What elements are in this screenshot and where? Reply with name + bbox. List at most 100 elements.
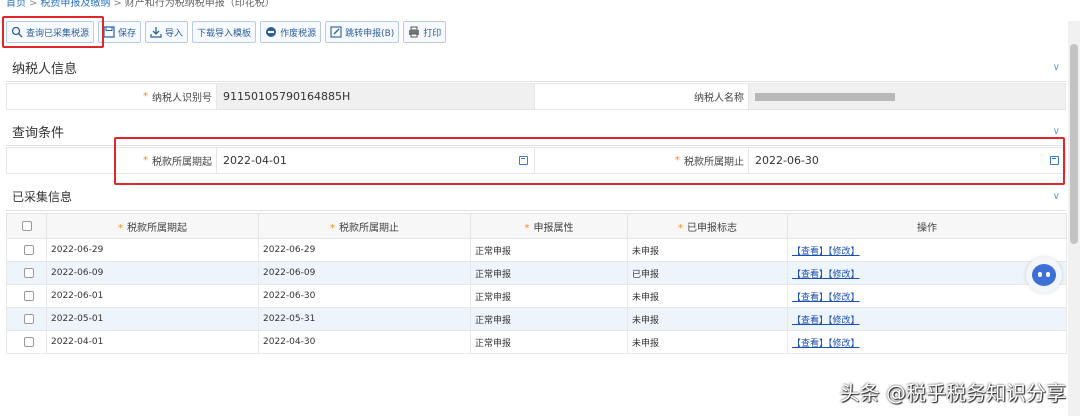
view-link[interactable]: 【查看】 xyxy=(792,316,828,326)
collected-table: * 税款所属期起 * 税款所属期止 * 申报属性 * 已申报标志 操作 2022-06-… xyxy=(6,213,1067,354)
breadcrumb-sep: > xyxy=(29,0,38,9)
cell-actions: 【查看】【修改】 xyxy=(787,330,1067,354)
cell-flag: 未申报 xyxy=(627,284,788,308)
row-checkbox[interactable] xyxy=(23,244,34,255)
download-template-button[interactable]: 下载导入模板 xyxy=(192,21,257,43)
jump-declare-label: 跳转申报(B) xyxy=(345,28,395,39)
cell-start: 2022-06-09 xyxy=(46,261,259,285)
field-label: * 税款所属期止 xyxy=(535,148,749,173)
jump-declare-button[interactable]: 跳转申报(B) xyxy=(325,21,400,43)
cell-start: 2022-06-29 xyxy=(46,238,259,262)
cell-end: 2022-06-09 xyxy=(258,261,471,285)
cell-end: 2022-06-29 xyxy=(258,238,471,262)
end-period-input[interactable]: 2022-06-30 xyxy=(749,148,1065,173)
cell-start: 2022-04-01 xyxy=(46,330,259,354)
search-icon xyxy=(11,26,23,38)
collected-section-header[interactable]: 已采集信息 ∨ xyxy=(6,183,1066,211)
column-header: * 已申报标志 xyxy=(627,213,788,239)
edit-link[interactable]: 【修改】 xyxy=(828,316,860,326)
cell-attr: 正常申报 xyxy=(470,261,628,285)
query-section-header[interactable]: 查询条件 ∨ xyxy=(6,118,1066,146)
required-mark: * xyxy=(678,222,683,234)
print-button[interactable]: 打印 xyxy=(403,21,447,43)
print-label: 打印 xyxy=(423,28,442,39)
query-collected-button[interactable]: 查询已采集税源 xyxy=(6,21,95,43)
start-period-label: 税款所属期起 xyxy=(152,157,212,168)
table-row[interactable]: 2022-06-29 2022-06-29 正常申报 未申报 【查看】【修改】 xyxy=(6,238,1067,262)
chevron-down-icon[interactable]: ∨ xyxy=(1053,126,1060,137)
row-checkbox[interactable] xyxy=(23,336,34,347)
table-row[interactable]: 2022-06-01 2022-06-30 正常申报 未申报 【查看】【修改】 xyxy=(6,284,1067,308)
cell-flag: 未申报 xyxy=(627,330,788,354)
table-row[interactable]: 2022-04-01 2022-04-30 正常申报 未申报 【查看】【修改】 xyxy=(6,330,1067,354)
calendar-icon[interactable] xyxy=(1050,156,1059,165)
row-select-cell xyxy=(6,307,47,331)
cell-flag: 已申报 xyxy=(627,261,788,285)
edit-link[interactable]: 【修改】 xyxy=(828,247,860,257)
redacted-name xyxy=(755,92,895,101)
row-checkbox[interactable] xyxy=(23,267,34,278)
cell-start: 2022-06-01 xyxy=(46,284,259,308)
scrollbar-thumb[interactable] xyxy=(1070,44,1078,244)
cell-flag: 未申报 xyxy=(627,238,788,262)
column-header: * 申报属性 xyxy=(470,213,628,239)
cell-attr: 正常申报 xyxy=(470,238,628,262)
query-collected-label: 查询已采集税源 xyxy=(26,28,90,39)
required-mark: * xyxy=(143,91,148,102)
edit-link[interactable]: 【修改】 xyxy=(828,339,860,349)
void-icon xyxy=(265,26,277,38)
breadcrumb-sep: > xyxy=(113,0,122,9)
required-mark: * xyxy=(524,222,530,234)
start-period-input[interactable]: 2022-04-01 xyxy=(217,148,535,173)
print-icon xyxy=(408,26,420,38)
cell-attr: 正常申报 xyxy=(470,284,628,308)
required-mark: * xyxy=(330,222,335,234)
cell-actions: 【查看】【修改】 xyxy=(787,238,1067,262)
query-row: * 税款所属期起 2022-04-01 * 税款所属期止 2022-06-30 xyxy=(6,147,1066,174)
save-button[interactable]: 保存 xyxy=(98,21,142,43)
row-checkbox[interactable] xyxy=(23,290,34,301)
edit-link[interactable]: 【修改】 xyxy=(828,270,860,280)
column-header: * 税款所属期起 xyxy=(46,213,259,239)
chevron-down-icon[interactable]: ∨ xyxy=(1053,191,1060,202)
breadcrumb: 首页 > 税费申报及缴纳 > 财产和行为税纳税申报（印花税） xyxy=(6,0,275,9)
start-period-value: 2022-04-01 xyxy=(223,154,287,167)
breadcrumb-home[interactable]: 首页 xyxy=(6,0,26,9)
import-label: 导入 xyxy=(165,28,184,39)
view-link[interactable]: 【查看】 xyxy=(792,270,828,280)
view-link[interactable]: 【查看】 xyxy=(792,339,828,349)
chevron-down-icon[interactable]: ∨ xyxy=(1053,62,1060,73)
row-checkbox[interactable] xyxy=(23,313,34,324)
breadcrumb-level2[interactable]: 税费申报及缴纳 xyxy=(40,0,110,9)
cell-end: 2022-05-31 xyxy=(258,307,471,331)
cell-actions: 【查看】【修改】 xyxy=(787,307,1067,331)
table-row[interactable]: 2022-06-09 2022-06-09 正常申报 已申报 【查看】【修改】 xyxy=(6,261,1067,285)
taxpayer-name-label: 纳税人名称 xyxy=(535,84,749,109)
view-link[interactable]: 【查看】 xyxy=(792,293,828,303)
import-button[interactable]: 导入 xyxy=(145,21,189,43)
cell-attr: 正常申报 xyxy=(470,330,628,354)
select-all-checkbox[interactable] xyxy=(21,220,32,231)
calendar-icon[interactable] xyxy=(519,156,528,165)
download-template-label: 下载导入模板 xyxy=(197,28,252,39)
table-row[interactable]: 2022-05-01 2022-05-31 正常申报 未申报 【查看】【修改】 xyxy=(6,307,1067,331)
chatbot-icon xyxy=(1032,264,1056,286)
chatbot-button[interactable] xyxy=(1026,257,1062,293)
cell-flag: 未申报 xyxy=(627,307,788,331)
cell-end: 2022-04-30 xyxy=(258,330,471,354)
edit-link[interactable]: 【修改】 xyxy=(828,293,860,303)
taxpayer-name-value xyxy=(749,84,1065,109)
section-title: 查询条件 xyxy=(12,126,65,141)
row-select-cell xyxy=(6,238,47,262)
column-header: 操作 xyxy=(787,213,1067,239)
row-select-cell xyxy=(6,261,47,285)
edit-icon xyxy=(330,26,342,38)
save-label: 保存 xyxy=(118,28,137,39)
void-source-button[interactable]: 作废税源 xyxy=(260,21,322,43)
void-source-label: 作废税源 xyxy=(280,28,317,39)
taxpayer-section-header[interactable]: 纳税人信息 ∨ xyxy=(6,54,1066,82)
section-title: 纳税人信息 xyxy=(12,62,78,77)
view-link[interactable]: 【查看】 xyxy=(792,247,828,257)
row-select-cell xyxy=(6,330,47,354)
section-title: 已采集信息 xyxy=(12,190,73,204)
